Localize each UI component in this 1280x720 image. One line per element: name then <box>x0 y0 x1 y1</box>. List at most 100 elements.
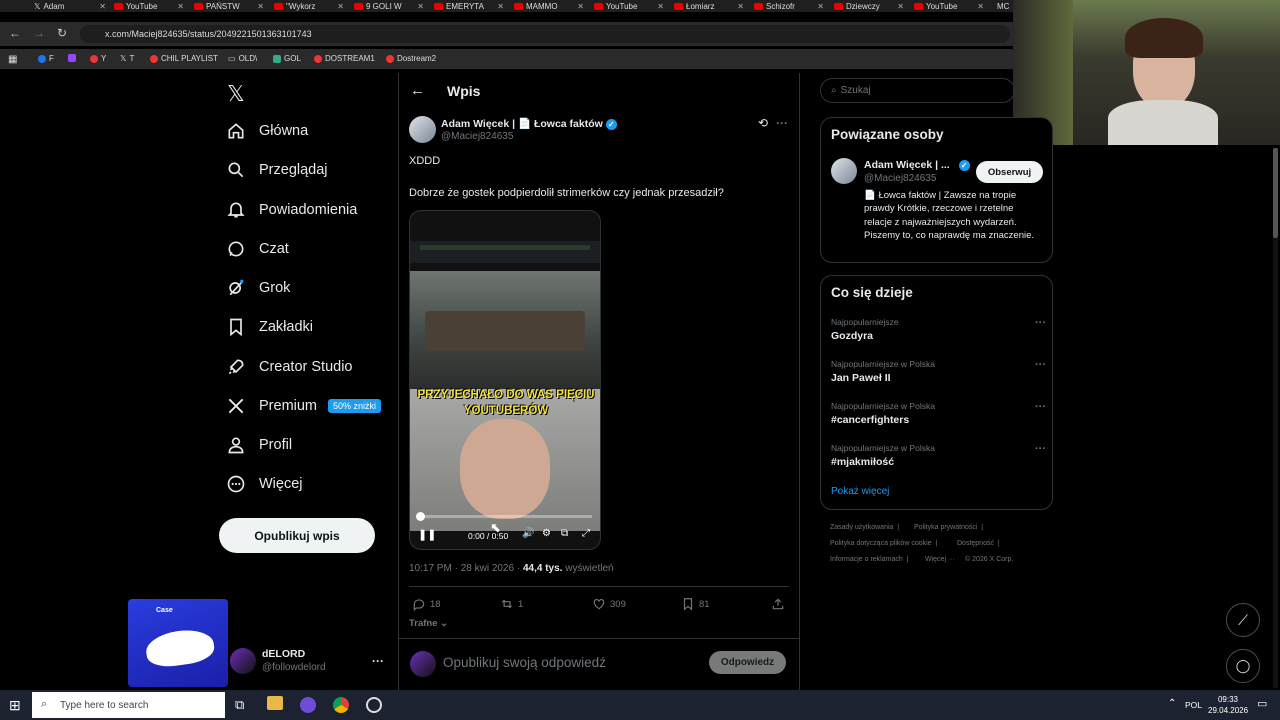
close-tab-icon[interactable]: ✕ <box>417 2 424 11</box>
clock[interactable]: 09:33 29.04.2026 <box>1208 694 1248 716</box>
search-input[interactable]: ⌕ Szukaj <box>820 78 1015 103</box>
back-icon[interactable]: ← <box>9 26 21 40</box>
sidebar-item-creator-studio[interactable]: Creator Studio <box>226 357 353 377</box>
app-icon[interactable] <box>300 697 316 713</box>
trend-menu-icon[interactable]: ··· <box>1035 317 1046 329</box>
footer-privacy[interactable]: Polityka prywatności | <box>914 524 983 531</box>
chrome-icon[interactable] <box>333 697 349 713</box>
bookmark-youtube[interactable]: Y <box>90 54 106 63</box>
messages-floating-icon[interactable]: ◯ <box>1226 649 1260 683</box>
browser-tab[interactable]: "Wykorz ✕ <box>270 0 348 12</box>
bookmark-dostream2[interactable]: Dostream2 <box>386 54 436 63</box>
browser-tab[interactable]: YouTube ✕ <box>110 0 188 12</box>
bookmark-button[interactable]: 81 <box>681 597 710 611</box>
trend-menu-icon[interactable]: ··· <box>1035 401 1046 413</box>
close-tab-icon[interactable]: ✕ <box>99 2 106 11</box>
sidebar-item-notifications[interactable]: Powiadomienia <box>226 200 357 220</box>
close-tab-icon[interactable]: ✕ <box>817 2 824 11</box>
close-tab-icon[interactable]: ✕ <box>337 2 344 11</box>
author-name-row[interactable]: Adam Więcek | 📄 Łowca faktów ✓ <box>441 117 617 130</box>
browser-tab[interactable]: MAMMO ✕ <box>510 0 588 12</box>
bookmark-dostream1[interactable]: DOSTREAM1 <box>314 54 375 63</box>
browser-tab[interactable]: YouTube ✕ <box>590 0 668 12</box>
repost-button[interactable]: 1 <box>500 597 523 611</box>
sidebar-item-profile[interactable]: Profil <box>226 435 292 455</box>
trend-item[interactable]: Najpopularniejsze w Polska Jan Paweł II … <box>831 359 1046 384</box>
windows-start-icon[interactable]: ⊞ <box>9 697 21 714</box>
scrollbar-thumb[interactable] <box>1273 148 1278 238</box>
browser-tab[interactable]: EMERYTA ✕ <box>430 0 508 12</box>
author-avatar[interactable] <box>409 116 436 143</box>
sidebar-item-more[interactable]: Więcej <box>226 474 303 494</box>
reply-button[interactable]: 18 <box>412 597 441 611</box>
grok-floating-icon[interactable]: ⟋ <box>1226 603 1260 637</box>
grok-analyze-icon[interactable]: ⟲ <box>758 116 768 130</box>
account-avatar[interactable] <box>230 648 256 674</box>
bookmark-x[interactable]: 𝕏T <box>120 54 134 63</box>
sidebar-item-explore[interactable]: Przeglądaj <box>226 160 328 180</box>
x-logo-icon[interactable]: 𝕏 <box>227 81 245 107</box>
reply-input[interactable]: Opublikuj swoją odpowiedź <box>443 655 606 670</box>
tray-chevron-icon[interactable]: ⌃ <box>1168 698 1176 709</box>
bookmark-old[interactable]: ▭ OLD\ <box>228 54 257 63</box>
related-name-row[interactable]: Adam Więcek | ... ✓ <box>864 159 970 171</box>
footer-cookies[interactable]: Polityka dotycząca plików cookie | <box>830 540 937 547</box>
sidebar-item-home[interactable]: Główna <box>226 121 308 141</box>
sort-dropdown[interactable]: Trafne ⌄ <box>409 618 448 629</box>
show-more-link[interactable]: Pokaż więcej <box>831 486 889 497</box>
account-menu-icon[interactable]: ··· <box>372 654 384 668</box>
close-tab-icon[interactable]: ✕ <box>657 2 664 11</box>
language-indicator[interactable]: POL <box>1185 700 1202 710</box>
bookmark-facebook[interactable]: F <box>38 54 54 63</box>
sidebar-item-grok[interactable]: Grok <box>226 278 290 298</box>
close-tab-icon[interactable]: ✕ <box>977 2 984 11</box>
back-arrow-icon[interactable]: ← <box>410 82 425 99</box>
post-menu-icon[interactable]: ··· <box>776 116 788 130</box>
browser-tab[interactable]: YouTube ✕ <box>910 0 988 12</box>
follow-button[interactable]: Obserwuj <box>976 161 1043 183</box>
trend-item[interactable]: Najpopularniejsze w Polska #mjakmiłość ·… <box>831 443 1046 468</box>
reply-submit-button[interactable]: Odpowiedz <box>709 651 786 674</box>
sidebar-item-bookmarks[interactable]: Zakładki <box>226 317 313 337</box>
browser-tab[interactable]: Łomiarz ✕ <box>670 0 748 12</box>
browser-tab[interactable]: Dziewczy ✕ <box>830 0 908 12</box>
publish-post-button[interactable]: Opublikuj wpis <box>219 518 375 553</box>
close-tab-icon[interactable]: ✕ <box>897 2 904 11</box>
forward-icon[interactable]: → <box>33 26 45 40</box>
file-explorer-icon[interactable] <box>267 696 283 710</box>
browser-tab[interactable]: 9 GOLI W ✕ <box>350 0 428 12</box>
pip-icon[interactable]: ⧉ <box>561 528 568 539</box>
related-avatar[interactable] <box>831 158 857 184</box>
close-tab-icon[interactable]: ✕ <box>177 2 184 11</box>
video-scrubber[interactable] <box>416 512 425 521</box>
author-handle[interactable]: @Maciej824635 <box>441 131 513 142</box>
trend-item[interactable]: Najpopularniejsze Gozdyra ··· <box>831 317 1046 342</box>
post-timestamp[interactable]: 10:17 PM · 28 kwi 2026 · <box>409 563 523 574</box>
notifications-icon[interactable]: ▭ <box>1257 697 1267 710</box>
sidebar-item-chat[interactable]: Czat <box>226 239 289 259</box>
reload-icon[interactable]: ↻ <box>57 26 67 40</box>
video-progress-bar[interactable] <box>416 512 592 521</box>
fullscreen-icon[interactable]: ⤢ <box>582 528 590 539</box>
volume-icon[interactable]: 🔊 <box>522 528 534 539</box>
taskbar-search[interactable]: ⌕ Type here to search <box>32 692 225 718</box>
trend-menu-icon[interactable]: ··· <box>1035 443 1046 455</box>
bookmark-gol[interactable]: GOL <box>273 54 301 63</box>
apps-grid-icon[interactable]: ▦ <box>8 54 17 65</box>
close-tab-icon[interactable]: ✕ <box>737 2 744 11</box>
task-view-icon[interactable]: ⧉ <box>235 697 244 713</box>
footer-ads[interactable]: Informacje o reklamach | <box>830 556 908 563</box>
video-player[interactable]: PRZYJECHAŁO DO WAS PIĘCIU YOUTUBERÓW ❚❚ … <box>409 210 601 550</box>
footer-accessibility[interactable]: Dostępność | <box>957 540 1000 547</box>
bookmark-twitch[interactable] <box>68 54 76 62</box>
sidebar-item-premium[interactable]: Premium 50% zniżki <box>226 396 382 416</box>
browser-tab[interactable]: Schizofr ✕ <box>750 0 828 12</box>
close-tab-icon[interactable]: ✕ <box>497 2 504 11</box>
footer-more[interactable]: Więcej ··· <box>925 556 955 563</box>
trend-item[interactable]: Najpopularniejsze w Polska #cancerfighte… <box>831 401 1046 426</box>
bookmark-chil-playlist[interactable]: CHIL PLAYLIST <box>150 54 218 63</box>
settings-icon[interactable]: ⚙ <box>542 528 551 539</box>
obs-icon[interactable] <box>366 697 382 713</box>
scrollbar-track[interactable] <box>1273 148 1278 688</box>
pause-icon[interactable]: ❚❚ <box>418 528 436 541</box>
